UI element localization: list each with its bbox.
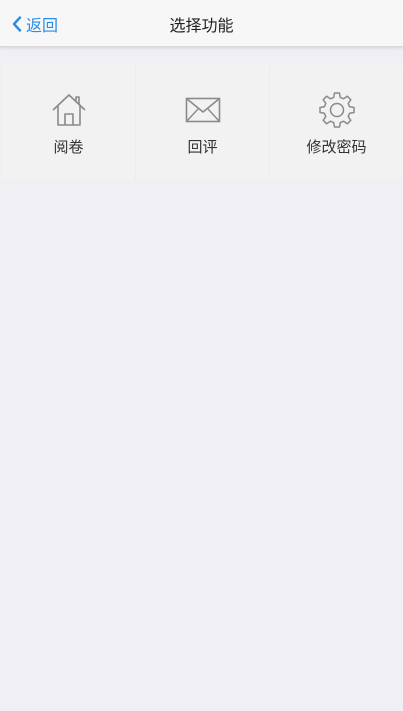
mail-icon (183, 92, 223, 128)
top-navbar: 返回 选择功能 (0, 0, 403, 47)
menu-item-change-password[interactable]: 修改密码 (269, 65, 403, 180)
page-title: 选择功能 (169, 15, 234, 35)
menu-item-re-review[interactable]: 回评 (135, 65, 269, 180)
menu-item-label: 回评 (187, 138, 218, 156)
home-icon (49, 92, 89, 128)
menu-item-label: 阅卷 (53, 138, 84, 156)
gear-icon (317, 92, 357, 128)
function-menu: 阅卷 回评 修改密码 (2, 65, 403, 180)
menu-item-review[interactable]: 阅卷 (2, 65, 135, 180)
menu-item-label: 修改密码 (306, 138, 367, 156)
